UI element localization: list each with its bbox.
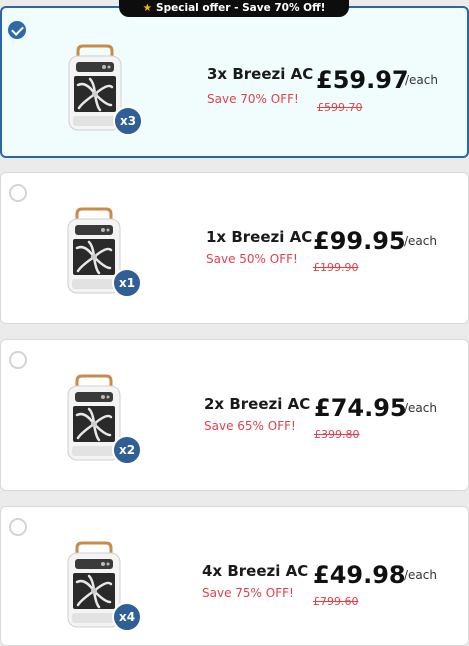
- offer-card-4x[interactable]: x4 4x Breezi AC Save 75% OFF! £49.98 /ea…: [0, 506, 469, 646]
- product-name: 4x Breezi AC: [202, 562, 309, 580]
- discount-label: Save 50% OFF!: [206, 252, 298, 266]
- check-icon: [11, 23, 24, 36]
- product-name: 2x Breezi AC: [204, 395, 311, 413]
- product-name: 1x Breezi AC: [206, 228, 313, 246]
- offer-card-3x[interactable]: x3 3x Breezi AC Save 70% OFF! £59.97 /ea…: [0, 6, 469, 158]
- radio-button[interactable]: [9, 518, 27, 536]
- unit-price: £49.98: [313, 561, 406, 589]
- unit-price: £59.97: [316, 66, 409, 94]
- radio-button[interactable]: [9, 351, 27, 369]
- discount-label: Save 70% OFF!: [207, 92, 299, 106]
- special-offer-text: Special offer - Save 70% Off!: [156, 2, 326, 14]
- special-offer-banner: ★ Special offer - Save 70% Off!: [119, 0, 349, 17]
- discount-label: Save 65% OFF!: [204, 419, 296, 433]
- discount-label: Save 75% OFF!: [202, 586, 294, 600]
- offer-card-2x[interactable]: x2 2x Breezi AC Save 65% OFF! £74.95 /ea…: [0, 339, 469, 491]
- offer-card-1x[interactable]: x1 1x Breezi AC Save 50% OFF! £99.95 /ea…: [0, 172, 469, 324]
- original-price: £399.80: [314, 428, 360, 441]
- unit-price: £74.95: [314, 394, 407, 422]
- price-unit: /each: [404, 234, 437, 248]
- original-price: £599.70: [317, 101, 363, 114]
- quantity-badge: x3: [113, 106, 143, 136]
- original-price: £799.60: [313, 595, 359, 608]
- price-unit: /each: [404, 401, 437, 415]
- price-unit: /each: [404, 568, 437, 582]
- selected-radio[interactable]: [8, 21, 26, 39]
- quantity-badge: x1: [112, 268, 142, 298]
- product-name: 3x Breezi AC: [207, 65, 314, 83]
- quantity-badge: x2: [112, 435, 142, 465]
- quantity-badge: x4: [112, 602, 142, 632]
- unit-price: £99.95: [313, 227, 406, 255]
- original-price: £199.90: [313, 261, 359, 274]
- price-unit: /each: [405, 73, 438, 87]
- star-icon: ★: [142, 2, 153, 14]
- radio-button[interactable]: [9, 184, 27, 202]
